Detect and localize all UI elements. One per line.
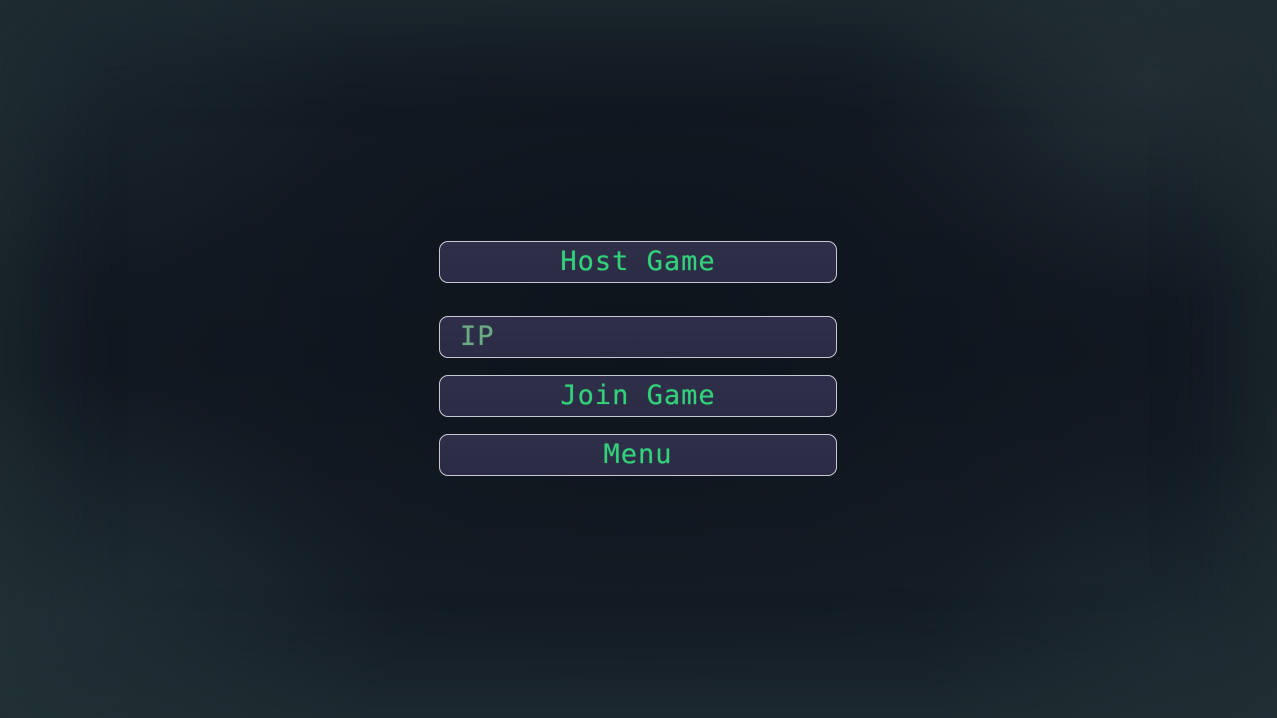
join-game-button[interactable]: Join Game <box>439 375 837 417</box>
main-menu-button[interactable]: Menu <box>439 434 837 476</box>
host-game-button[interactable]: Host Game <box>439 241 837 283</box>
background-vignette <box>0 0 1277 718</box>
ip-address-input[interactable] <box>439 316 837 358</box>
